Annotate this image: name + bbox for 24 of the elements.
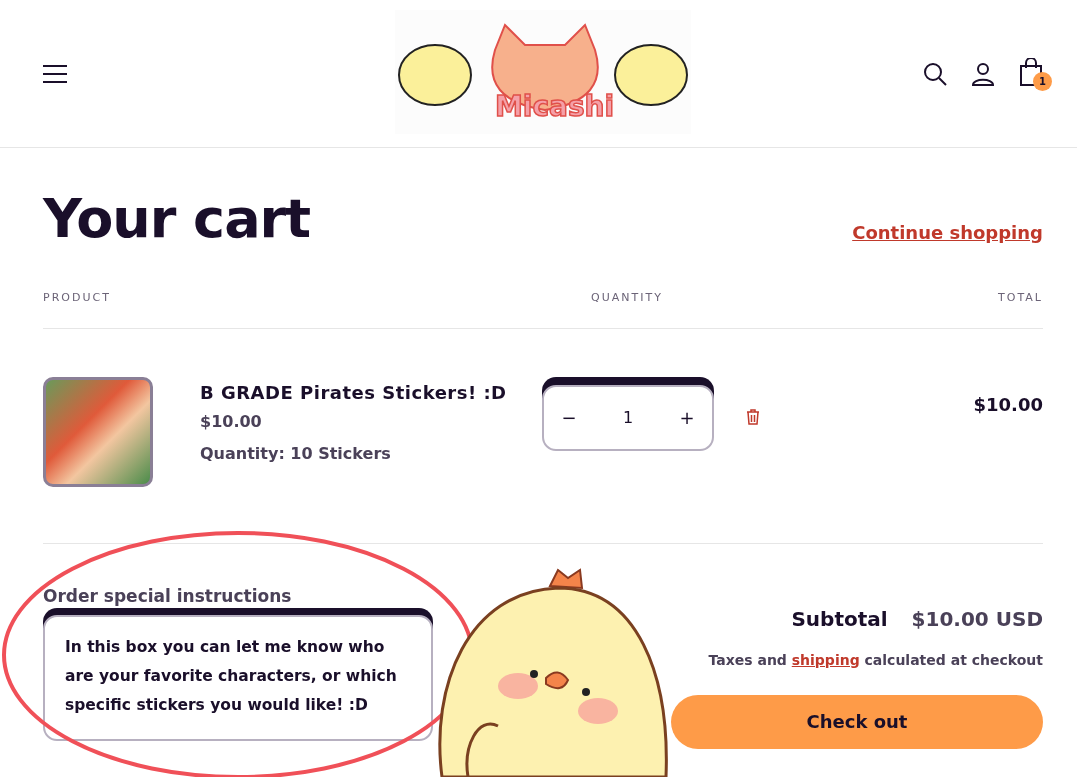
continue-shopping-link[interactable]: Continue shopping <box>852 219 1043 246</box>
total-column-header: TOTAL <box>998 290 1043 306</box>
quantity-value: 1 <box>622 406 634 429</box>
shipping-link[interactable]: shipping <box>791 651 860 668</box>
menu-icon[interactable] <box>43 63 67 84</box>
decrease-button[interactable]: − <box>544 403 594 432</box>
instructions-field[interactable]: In this box you can let me know who are your favorite characters, or which specific stickers you would like! :D <box>43 615 433 741</box>
subtotal-label: Subtotal <box>791 605 888 633</box>
product-name[interactable]: B GRADE Pirates Stickers! :D <box>200 378 542 406</box>
line-total: $10.00 <box>973 392 1043 417</box>
quantity-column-header: QUANTITY <box>591 290 664 306</box>
subtotal-value: $10.00 USD <box>911 605 1043 633</box>
tax-note: Taxes and shipping calculated at checkout <box>708 650 1043 670</box>
trash-icon[interactable] <box>746 408 760 425</box>
search-icon[interactable] <box>923 61 947 86</box>
checkout-button[interactable]: Check out <box>671 694 1043 749</box>
product-column-header: PRODUCT <box>43 290 112 306</box>
product-option: Quantity: 10 Stickers <box>200 441 542 466</box>
account-icon[interactable] <box>971 61 995 86</box>
increase-button[interactable]: + <box>662 403 712 432</box>
product-price: $10.00 <box>200 410 263 433</box>
instructions-label: Order special instructions <box>43 584 293 608</box>
page-title: Your cart <box>43 192 310 246</box>
cart-count-badge: 1 <box>1033 71 1052 91</box>
